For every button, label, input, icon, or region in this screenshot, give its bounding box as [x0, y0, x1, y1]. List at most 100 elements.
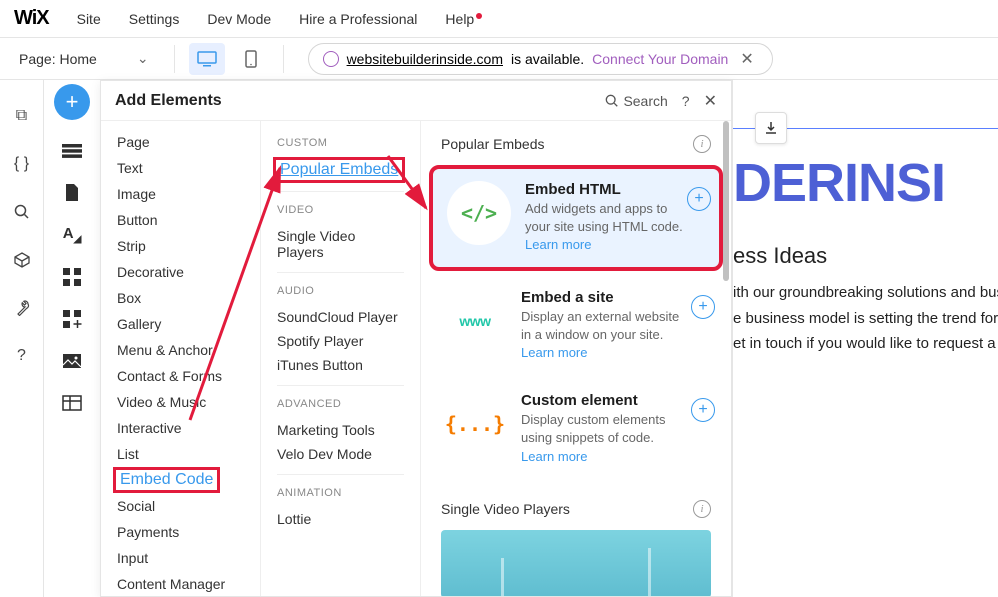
divider [283, 45, 284, 73]
page-icon[interactable] [60, 182, 84, 204]
cat-button[interactable]: Button [101, 207, 260, 233]
custom-element-card[interactable]: {...} Custom element Display custom elem… [429, 380, 723, 478]
mobile-device-button[interactable] [233, 43, 269, 75]
menu-site[interactable]: Site [63, 11, 115, 27]
media-icon[interactable] [60, 350, 84, 372]
www-icon: www [459, 313, 490, 329]
page-selector[interactable]: Page: Home ⌄ [8, 45, 160, 72]
cat-strip[interactable]: Strip [101, 233, 260, 259]
tool-rail: + A◢ [44, 80, 100, 597]
add-elements-panel: Add Elements Search ? ✕ Page Text Image … [100, 80, 732, 597]
left-rail: ⧉ { } ? [0, 80, 44, 597]
sections-icon[interactable] [60, 140, 84, 162]
editor-canvas[interactable]: DERINSI ess Ideas ith our groundbreaking… [732, 80, 998, 597]
sub-label-audio: AUDIO [261, 281, 420, 301]
layers-icon[interactable]: ⧉ [12, 106, 32, 126]
sub-itunes[interactable]: iTunes Button [261, 353, 420, 377]
cat-input[interactable]: Input [101, 545, 260, 571]
apps-icon[interactable] [60, 266, 84, 288]
video-section-title: Single Video Players [441, 501, 570, 517]
sub-soundcloud[interactable]: SoundCloud Player [261, 305, 420, 329]
page-heading[interactable]: DERINSI [733, 152, 945, 214]
cat-interactive[interactable]: Interactive [101, 415, 260, 441]
embed-section-title: Popular Embeds [441, 136, 545, 152]
domain-name[interactable]: websitebuilderinside.com [347, 51, 503, 67]
embed-options-panel: Popular Embeds i </> Embed HTML Add widg… [421, 121, 731, 596]
cat-image[interactable]: Image [101, 181, 260, 207]
panel-header: Add Elements Search ? ✕ [101, 81, 731, 121]
cat-page[interactable]: Page [101, 129, 260, 155]
scrollbar[interactable] [723, 121, 729, 596]
globe-icon [323, 51, 339, 67]
sub-label-animation: ANIMATION [261, 483, 420, 503]
chevron-down-icon: ⌄ [137, 50, 149, 67]
cat-embed-code-highlight[interactable]: Embed Code [113, 467, 220, 493]
embed-site-card[interactable]: www Embed a site Display an external web… [429, 277, 723, 375]
cat-social[interactable]: Social [101, 493, 260, 519]
video-thumbnail[interactable] [441, 530, 711, 596]
menu-settings[interactable]: Settings [115, 11, 194, 27]
learn-more-link[interactable]: Learn more [521, 449, 587, 464]
add-embed-button[interactable]: + [687, 187, 711, 211]
connect-domain-link[interactable]: Connect Your Domain [592, 51, 728, 67]
menu-hire[interactable]: Hire a Professional [285, 11, 431, 27]
sub-lottie[interactable]: Lottie [261, 507, 420, 531]
panel-search[interactable]: Search [605, 93, 667, 109]
close-icon[interactable]: ✕ [704, 91, 717, 111]
learn-more-link[interactable]: Learn more [521, 345, 587, 360]
sub-single-video[interactable]: Single Video Players [261, 224, 420, 264]
add-embed-button[interactable]: + [691, 295, 715, 319]
embed-html-card[interactable]: </> Embed HTML Add widgets and apps to y… [429, 165, 723, 271]
package-icon[interactable] [12, 250, 32, 270]
search-icon[interactable] [12, 202, 32, 222]
cat-box[interactable]: Box [101, 285, 260, 311]
tools-icon[interactable] [12, 298, 32, 318]
apps-plus-icon[interactable] [60, 308, 84, 330]
code-icon[interactable]: { } [12, 154, 32, 174]
download-button[interactable] [755, 112, 787, 144]
html-code-icon: </> [461, 201, 497, 225]
divider [174, 45, 175, 73]
desktop-icon [197, 51, 217, 67]
cat-content-manager[interactable]: Content Manager [101, 571, 260, 596]
page-subheading[interactable]: ess Ideas [733, 243, 827, 269]
embed-card-title: Embed HTML [525, 181, 684, 198]
toolbar: Page: Home ⌄ websitebuilderinside.com is… [0, 38, 998, 80]
sub-spotify[interactable]: Spotify Player [261, 329, 420, 353]
sub-marketing[interactable]: Marketing Tools [261, 418, 420, 442]
design-icon[interactable]: A◢ [60, 224, 84, 246]
cat-text[interactable]: Text [101, 155, 260, 181]
add-embed-button[interactable]: + [691, 398, 715, 422]
sub-velo[interactable]: Velo Dev Mode [261, 442, 420, 466]
help-icon[interactable]: ? [12, 346, 32, 366]
help-icon[interactable]: ? [682, 93, 690, 109]
learn-more-link[interactable]: Learn more [525, 237, 591, 252]
cat-decorative[interactable]: Decorative [101, 259, 260, 285]
cat-list[interactable]: List [101, 441, 260, 467]
info-icon[interactable]: i [693, 135, 711, 153]
menu-help[interactable]: Help [431, 11, 488, 27]
cat-payments[interactable]: Payments [101, 519, 260, 545]
menu-dev-mode[interactable]: Dev Mode [193, 11, 285, 27]
cat-gallery[interactable]: Gallery [101, 311, 260, 337]
page-label: Page: Home [19, 51, 97, 67]
data-icon[interactable] [60, 392, 84, 414]
page-body-text[interactable]: ith our groundbreaking solutions and bus… [733, 280, 998, 357]
desktop-device-button[interactable] [189, 43, 225, 75]
embed-card-title: Custom element [521, 392, 688, 409]
cat-contact-forms[interactable]: Contact & Forms [101, 363, 260, 389]
cat-video-music[interactable]: Video & Music [101, 389, 260, 415]
close-icon[interactable]: ✕ [736, 49, 757, 69]
top-menu-bar: WiX Site Settings Dev Mode Hire a Profes… [0, 0, 998, 38]
sub-label-custom: CUSTOM [261, 133, 420, 153]
sub-popular-embeds-highlight[interactable]: Popular Embeds [273, 157, 405, 183]
sub-category-panel: CUSTOM Popular Embeds VIDEO Single Video… [261, 121, 421, 596]
wix-logo[interactable]: WiX [14, 7, 49, 30]
add-elements-button[interactable]: + [54, 84, 90, 120]
info-icon[interactable]: i [693, 500, 711, 518]
sub-label-video: VIDEO [261, 200, 420, 220]
domain-banner: websitebuilderinside.com is available. C… [308, 43, 773, 75]
sub-label-advanced: ADVANCED [261, 394, 420, 414]
panel-title: Add Elements [115, 92, 222, 110]
cat-menu-anchor[interactable]: Menu & Anchor [101, 337, 260, 363]
